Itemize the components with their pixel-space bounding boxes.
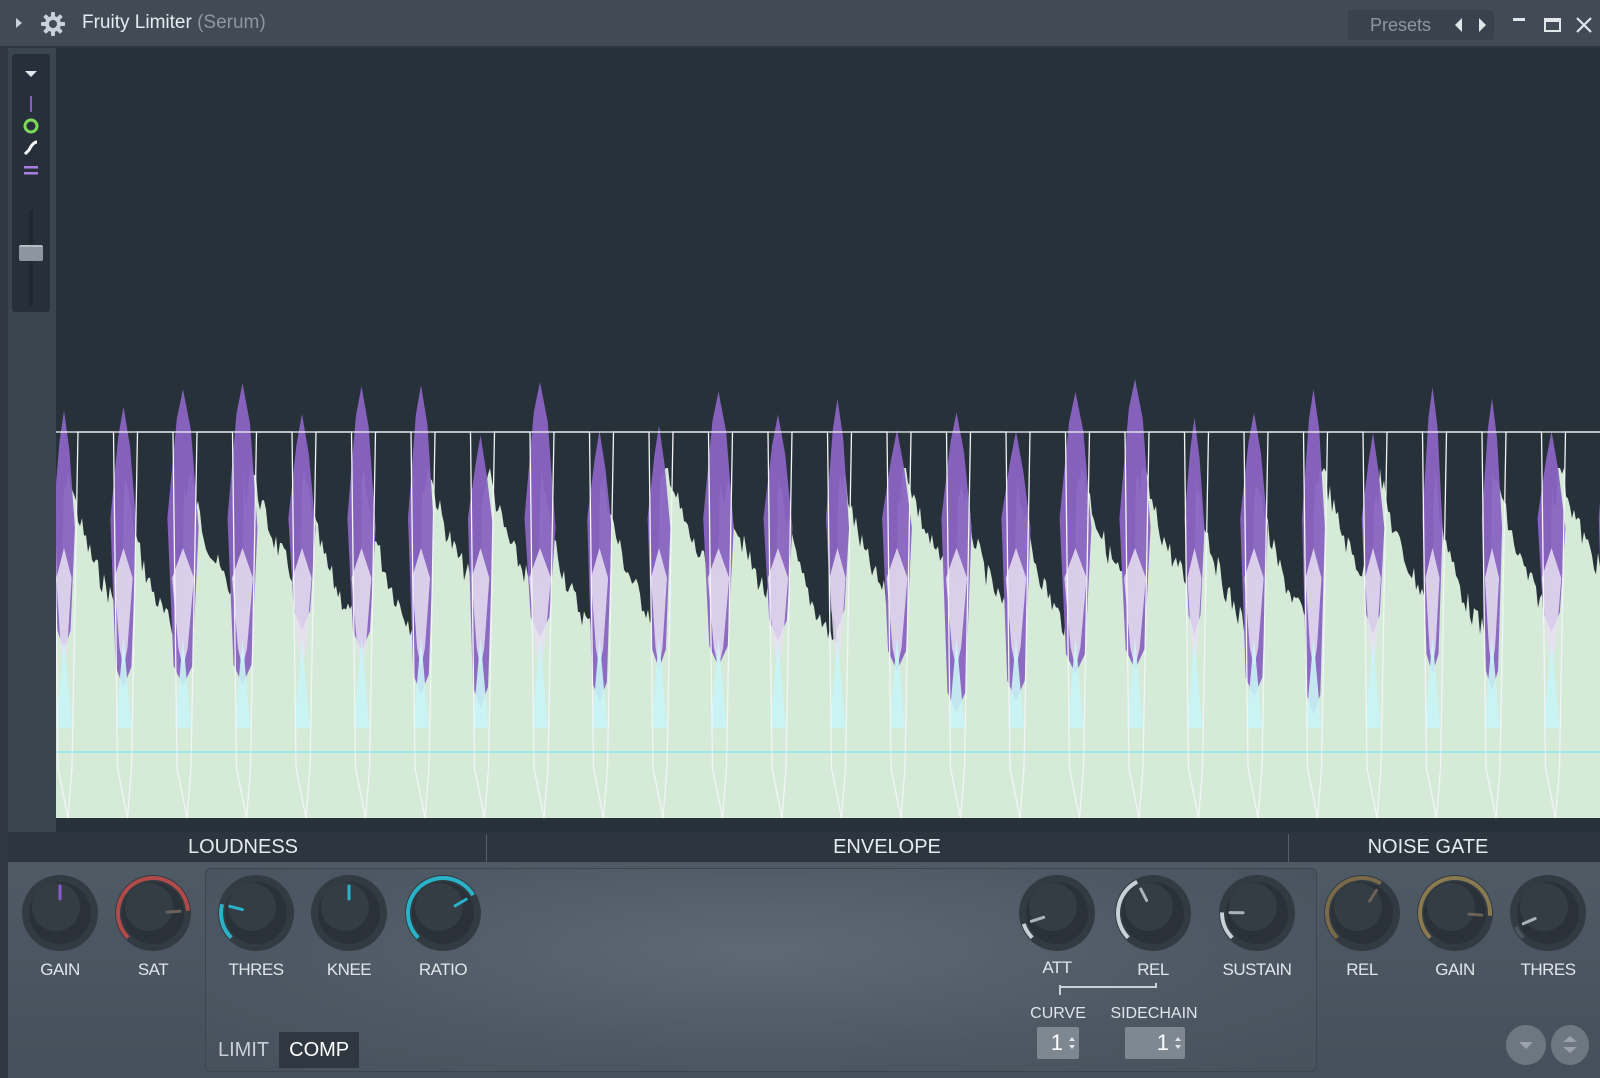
gate-thres-label: THRES — [1520, 960, 1576, 979]
sidechain-value: 1 — [1156, 1030, 1169, 1055]
att-rel-link — [1059, 983, 1157, 997]
green-circle-icon[interactable] — [19, 116, 43, 136]
sidechain-label: SIDECHAIN — [1110, 1005, 1198, 1022]
thres-knob[interactable] — [215, 872, 297, 954]
rel-knob[interactable] — [1112, 872, 1194, 954]
close-icon[interactable] — [1572, 12, 1596, 36]
presets-control: Presets — [1348, 10, 1494, 40]
loudness-sat-label: SAT — [137, 960, 169, 979]
section-envelope: ENVELOPE — [833, 836, 941, 858]
gate-thres-knob[interactable] — [1507, 872, 1589, 954]
title-bar: Fruity Limiter (Serum) Presets — [0, 0, 1600, 48]
curve-icon[interactable] — [19, 138, 43, 158]
att-knob[interactable] — [1016, 872, 1098, 954]
ratio-knob[interactable] — [402, 872, 484, 954]
plugin-host: (Serum) — [197, 12, 266, 33]
att-label: ATT — [1042, 958, 1072, 977]
gate-rel-knob[interactable] — [1321, 872, 1403, 954]
loudness-gain-label: GAIN — [40, 960, 80, 979]
gear-icon[interactable] — [40, 11, 66, 37]
minimize-icon[interactable] — [1508, 12, 1532, 36]
maximize-icon[interactable] — [1540, 12, 1564, 36]
arrow-down-icon — [1519, 1042, 1533, 1049]
preset-next-icon[interactable] — [1474, 15, 1490, 35]
view-tools-panel — [12, 54, 50, 312]
curve-label: CURVE — [1030, 1005, 1086, 1022]
mode-tabs: LIMIT COMP — [208, 1032, 360, 1068]
purple-line-icon[interactable] — [19, 94, 43, 114]
curve-spinner[interactable]: 1 — [1037, 1027, 1079, 1059]
thres-label: THRES — [228, 960, 284, 979]
curve-value: 1 — [1050, 1030, 1063, 1055]
sidechain-spinner[interactable]: 1 — [1125, 1027, 1185, 1059]
expand-arrow-icon[interactable] — [14, 16, 26, 32]
knee-label: KNEE — [326, 960, 372, 979]
scroll-down-button[interactable] — [1506, 1025, 1546, 1065]
rel-label: REL — [1137, 960, 1169, 979]
window-title: Fruity Limiter (Serum) — [82, 12, 266, 34]
zoom-slider-handle[interactable] — [19, 245, 43, 261]
section-headers: LOUDNESS ENVELOPE NOISE GATE — [8, 832, 1600, 862]
loudness-sat-knob[interactable] — [112, 872, 194, 954]
loudness-gain-knob[interactable] — [19, 872, 101, 954]
tab-limit[interactable]: LIMIT — [208, 1032, 279, 1068]
waveform-display — [56, 48, 1600, 832]
sustain-knob[interactable] — [1216, 872, 1298, 954]
sustain-label: SUSTAIN — [1222, 960, 1292, 979]
gate-rel-label: REL — [1346, 960, 1378, 979]
section-loudness: LOUDNESS — [187, 836, 299, 858]
equals-icon[interactable] — [19, 160, 43, 180]
ratio-label: RATIO — [418, 960, 468, 979]
left-edge — [0, 48, 8, 1078]
knee-knob[interactable] — [308, 872, 390, 954]
spin-arrows-icon[interactable] — [1068, 1033, 1076, 1053]
tab-comp[interactable]: COMP — [279, 1032, 360, 1068]
section-noise-gate: NOISE GATE — [1367, 836, 1489, 858]
plugin-name: Fruity Limiter — [82, 12, 192, 33]
presets-button[interactable]: Presets — [1370, 15, 1431, 36]
waveform-graph — [56, 378, 1600, 819]
spin-arrows-icon[interactable] — [1174, 1033, 1182, 1053]
gate-gain-knob[interactable] — [1414, 872, 1496, 954]
gate-gain-label: GAIN — [1435, 960, 1475, 979]
preset-prev-icon[interactable] — [1451, 15, 1467, 35]
arrow-updown-icon — [1563, 1036, 1577, 1053]
dropdown-arrow-icon[interactable] — [19, 64, 43, 84]
scroll-updown-button[interactable] — [1551, 1025, 1589, 1065]
